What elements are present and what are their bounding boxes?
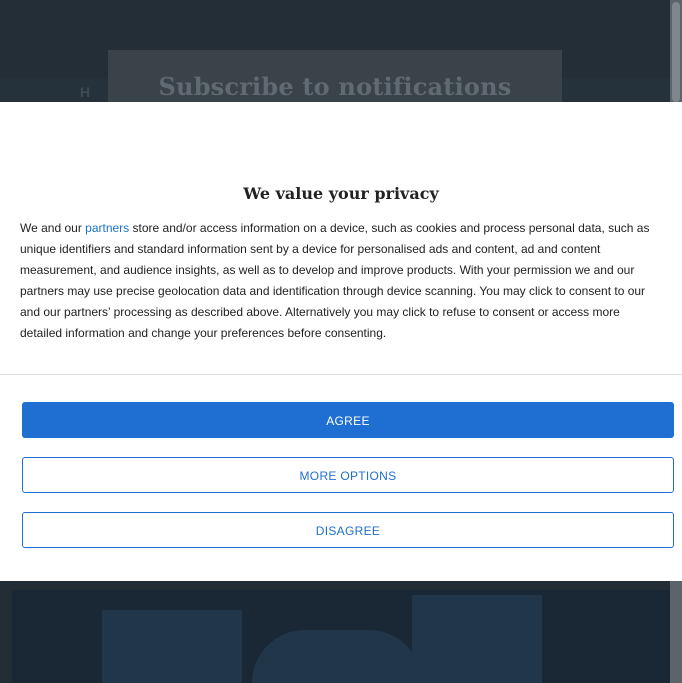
more-options-button[interactable]: MORE OPTIONS bbox=[22, 457, 674, 493]
partners-link[interactable]: partners bbox=[85, 221, 129, 235]
consent-body-text: We and our partners store and/or access … bbox=[20, 218, 656, 344]
consent-divider bbox=[0, 374, 682, 375]
hero-image-shape bbox=[102, 610, 242, 683]
site-nav-item: H bbox=[80, 84, 91, 100]
scrollbar-thumb[interactable] bbox=[672, 2, 680, 102]
privacy-consent-dialog: We value your privacy We and our partner… bbox=[0, 102, 682, 581]
subscribe-notifications-prompt: Subscribe to notifications bbox=[108, 50, 562, 110]
consent-title: We value your privacy bbox=[243, 184, 439, 203]
hero-image-shape bbox=[412, 595, 542, 683]
consent-body-prefix: We and our bbox=[20, 221, 86, 235]
consent-body-suffix: store and/or access information on a dev… bbox=[20, 221, 650, 340]
hero-image-shape bbox=[252, 630, 422, 683]
disagree-button[interactable]: DISAGREE bbox=[22, 512, 674, 548]
subscribe-title: Subscribe to notifications bbox=[158, 72, 512, 101]
agree-button[interactable]: AGREE bbox=[22, 402, 674, 438]
article-hero-image bbox=[12, 590, 670, 683]
screen: H Subscribe to notifications We value yo… bbox=[0, 0, 682, 683]
